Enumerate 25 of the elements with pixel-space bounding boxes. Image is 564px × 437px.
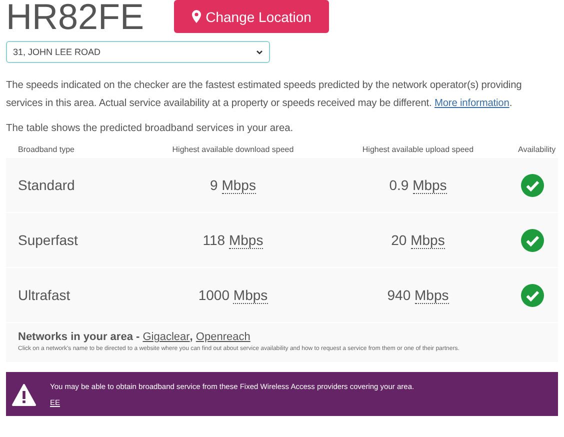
column-header: Availability xyxy=(518,144,556,154)
table-cell-text: 20 Mbps xyxy=(390,232,446,248)
address-select[interactable]: 31, JOHN LEE ROAD xyxy=(6,41,270,63)
table-cell-text: Superfast xyxy=(18,232,79,248)
table-cell-text: 9 Mbps xyxy=(209,177,257,193)
column-header: Highest available upload speed xyxy=(361,144,475,154)
table-cell-text: 0.9 Mbps xyxy=(388,177,448,193)
table-cell-text: 1000 Mbps xyxy=(197,287,269,303)
chevron-icon xyxy=(256,50,263,54)
table-intro: The table shows the predicted broadband services in your area. xyxy=(6,123,294,134)
column-header: Broadband type xyxy=(18,144,76,154)
table-cell-text: Standard xyxy=(18,177,76,193)
map-pin-icon xyxy=(192,10,201,23)
more-information-link[interactable]: More information xyxy=(434,98,510,109)
table-cell-text: 118 Mbps xyxy=(202,232,264,248)
table-cell-text: Ultrafast xyxy=(18,287,72,303)
networks-heading: Networks in your area - Gigaclear, Openreach xyxy=(18,331,252,343)
postcode-heading: HR82FE xyxy=(6,0,144,34)
network-link[interactable]: Gigaclear xyxy=(142,331,190,343)
change-location-button[interactable]: Change Location xyxy=(174,0,330,33)
table-cell-text: 940 Mbps xyxy=(386,287,450,303)
network-link[interactable]: Openreach xyxy=(196,331,250,343)
column-header: Highest available download speed xyxy=(171,144,295,154)
intro-paragraph: The speeds indicated on the checker are the fastest estimated speeds predicted by the network operator(s) providing services in this area. Actual service availability at a property or speeds received may be different. More information. xyxy=(6,79,523,111)
warning-icon xyxy=(12,384,36,406)
